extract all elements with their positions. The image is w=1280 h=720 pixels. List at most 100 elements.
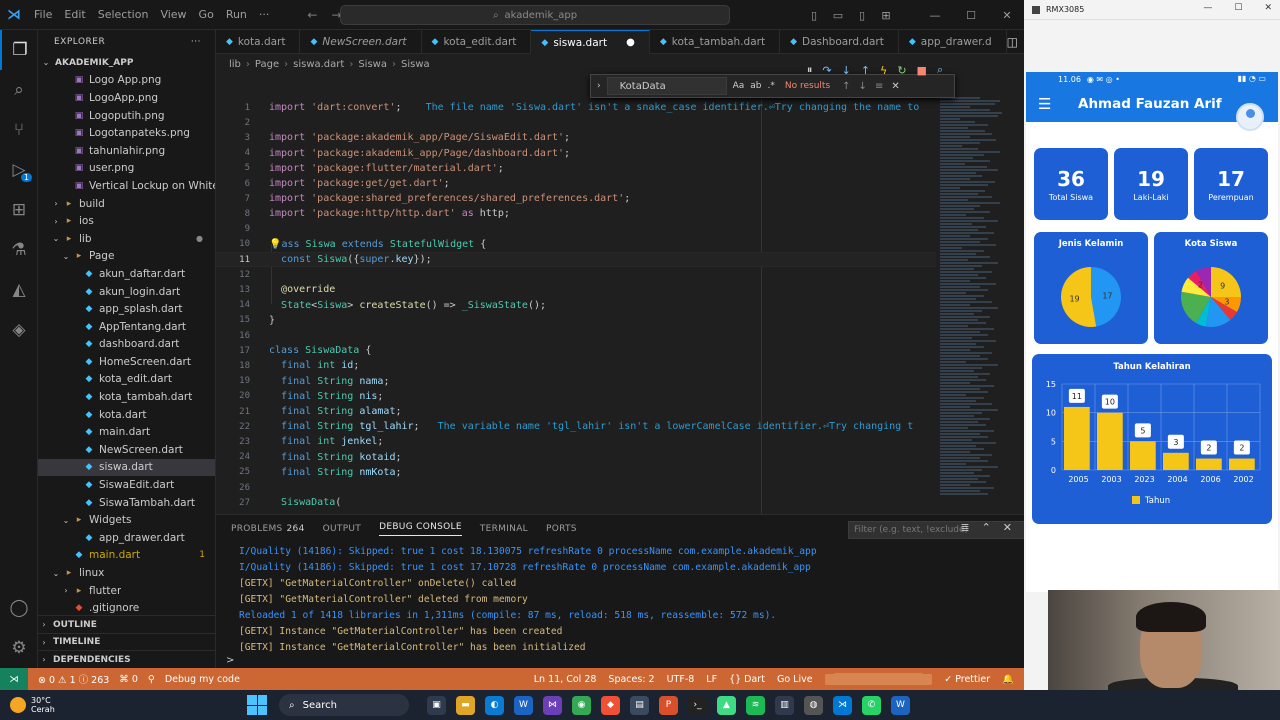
breadcrumb-item[interactable]: Page (255, 59, 279, 70)
emulator-maximize-icon[interactable]: ☐ (1234, 3, 1242, 13)
indentation[interactable]: Spaces: 2 (608, 674, 654, 685)
stat-card-female[interactable]: 17 Perempuan (1194, 148, 1268, 220)
tree-file[interactable]: ◆ AppTentang.dart (38, 318, 215, 336)
emulator-close-icon[interactable]: ✕ (1264, 3, 1272, 13)
tree-folder[interactable]: › ▸ flutter (38, 582, 215, 600)
visual-studio-icon[interactable]: ⋈ (543, 695, 562, 715)
tree-file[interactable]: ◆ akun_login.dart (38, 283, 215, 301)
editor-tab[interactable]: ◆ kota_edit.dart (422, 30, 532, 54)
sidebar-section-dependencies[interactable]: › DEPENDENCIES (38, 650, 215, 668)
tree-file[interactable]: ◆ kota.dart (38, 406, 215, 424)
tree-file[interactable]: ◆ SiswaEdit.dart (38, 476, 215, 494)
github-desktop-icon[interactable]: ◍ (804, 695, 823, 715)
maximize-panel-icon[interactable]: ⌃ (982, 521, 991, 534)
powerpoint-icon[interactable]: P (659, 695, 678, 715)
tree-file[interactable]: ◆ kota_tambah.dart (38, 388, 215, 406)
spotify-icon[interactable]: ≋ (746, 695, 765, 715)
git-icon[interactable]: ◆ (601, 695, 620, 715)
tree-file[interactable]: ▣ user.png (38, 160, 215, 178)
editor-tab[interactable]: ◆ kota_tambah.dart (650, 30, 781, 54)
sidebar-section-outline[interactable]: › OUTLINE (38, 615, 215, 633)
step-over-icon[interactable]: ↷ (822, 64, 831, 77)
tree-file[interactable]: ◆ main.dart 1 (38, 547, 215, 565)
tree-file[interactable]: ◆ siswa.dart (38, 458, 215, 477)
panel-tab[interactable]: OUTPUT (323, 524, 361, 534)
whatsapp-icon[interactable]: ✆ (862, 695, 881, 715)
notifications-bell-icon[interactable]: 🔔 (1002, 674, 1014, 685)
menu-hamburger-icon[interactable]: ☰ (1038, 95, 1064, 113)
tree-file[interactable]: ◆ HomeScreen.dart (38, 353, 215, 371)
ports-status[interactable]: ⌘ 0 (119, 674, 138, 685)
back-arrow-icon[interactable]: ← (307, 8, 317, 22)
encoding[interactable]: UTF-8 (667, 674, 695, 685)
tree-file[interactable]: ◆ NewScreen.dart (38, 441, 215, 459)
stat-card-male[interactable]: 19 Laki-Laki (1114, 148, 1188, 220)
cursor-position[interactable]: Ln 11, Col 28 (534, 674, 597, 685)
settings-gear-icon[interactable]: ⚙ (0, 628, 38, 668)
editor-tab[interactable]: ◆ kota.dart (216, 30, 301, 54)
task-view-icon[interactable]: ▣ (427, 695, 446, 715)
account-icon[interactable]: ◯ (0, 588, 38, 628)
editor-tab[interactable]: ◆ NewScreen.dart (300, 30, 422, 54)
chrome-icon[interactable]: ◉ (572, 695, 591, 715)
go-live-button[interactable]: Go Live (777, 674, 813, 685)
menu-item[interactable]: ··· (259, 8, 270, 21)
editor-tab[interactable]: ◆ app_drawer.d (899, 30, 1007, 54)
tree-file[interactable]: ◆ akun_daftar.dart (38, 265, 215, 283)
code-editor[interactable]: 1 import 'dart:convert'; The file name 'S… (216, 74, 1024, 514)
split-editor-icon[interactable]: ◫ (1007, 35, 1018, 49)
next-match-icon[interactable]: ↓ (859, 81, 867, 92)
avatar[interactable] (1236, 103, 1264, 131)
remote-indicator-icon[interactable]: ⋊ (0, 668, 28, 690)
run-debug-icon[interactable]: ▷ 1 (0, 150, 38, 190)
tree-file[interactable]: ▣ Logoputih.png (38, 107, 215, 125)
expand-replace-icon[interactable]: › (597, 81, 601, 91)
edge-icon[interactable]: ◐ (485, 695, 504, 715)
stat-card-total[interactable]: 36 Total Siswa (1034, 148, 1108, 220)
close-find-icon[interactable]: ✕ (891, 81, 899, 92)
flutter-icon[interactable]: ◭ (0, 270, 38, 310)
find-option[interactable]: .* (768, 81, 775, 91)
terminal-icon[interactable]: ›_ (688, 695, 707, 715)
tree-file[interactable]: ◆ kota_edit.dart (38, 371, 215, 389)
stop-icon[interactable]: ■ (917, 64, 927, 77)
minimize-icon[interactable]: — (918, 9, 952, 22)
inspect-widget-icon[interactable]: ⌕ (937, 63, 943, 77)
restart-icon[interactable]: ↻ (897, 64, 906, 77)
breadcrumb-item[interactable]: Siswa (401, 59, 430, 70)
tree-file[interactable]: ◆ main.dart (38, 423, 215, 441)
panel-tab[interactable]: TERMINAL (480, 524, 528, 534)
breadcrumb-item[interactable]: siswa.dart (293, 59, 344, 70)
app-icon-8[interactable]: ▤ (630, 695, 649, 715)
tree-folder[interactable]: ⌄ ▸ lib ● (38, 230, 215, 248)
word-doc-icon[interactable]: W (891, 695, 910, 715)
menu-item[interactable]: Go (199, 8, 214, 21)
maximize-icon[interactable]: ☐ (954, 9, 988, 22)
close-window-icon[interactable]: ✕ (990, 9, 1024, 22)
project-folder[interactable]: ⌄ AKADEMIK_APP (38, 54, 215, 72)
close-panel-icon[interactable]: ✕ (1003, 521, 1012, 534)
end-of-line[interactable]: LF (706, 674, 717, 685)
tree-folder[interactable]: › ▸ ios (38, 212, 215, 230)
device-status-blurred[interactable]: ████████████ (824, 673, 933, 685)
explorer-icon[interactable]: ❐ (0, 30, 38, 70)
menu-item[interactable]: Edit (64, 8, 85, 21)
unsaved-dot[interactable]: ● (626, 37, 635, 48)
customize-layout-icon[interactable]: ⊞ (874, 9, 898, 22)
menu-item[interactable]: File (34, 8, 52, 21)
problems-status[interactable]: ⊗ 0 ⚠ 1 ⓘ 263 (38, 672, 109, 686)
toggle-secondary-sidebar-icon[interactable]: ▯ (850, 9, 874, 22)
breadcrumb-item[interactable]: lib (229, 59, 241, 70)
step-out-icon[interactable]: ↑ (861, 64, 870, 77)
tree-folder[interactable]: ⌄ ▸ Page (38, 248, 215, 266)
language-mode[interactable]: {} Dart (729, 674, 765, 685)
app-icon-13[interactable]: ▥ (775, 695, 794, 715)
previous-match-icon[interactable]: ↑ (842, 81, 850, 92)
tree-file[interactable]: ◆ SiswaTambah.dart (38, 494, 215, 512)
tree-file[interactable]: ◆ app_splash.dart (38, 300, 215, 318)
find-in-selection-icon[interactable]: ≡ (875, 81, 883, 92)
tree-file[interactable]: ▣ tahunlahir.png (38, 142, 215, 160)
tree-file[interactable]: ▣ Vertical Lockup on White ... (38, 177, 215, 195)
tree-file[interactable]: ▣ LogoApp.png (38, 89, 215, 107)
minimap[interactable] (940, 96, 1018, 510)
